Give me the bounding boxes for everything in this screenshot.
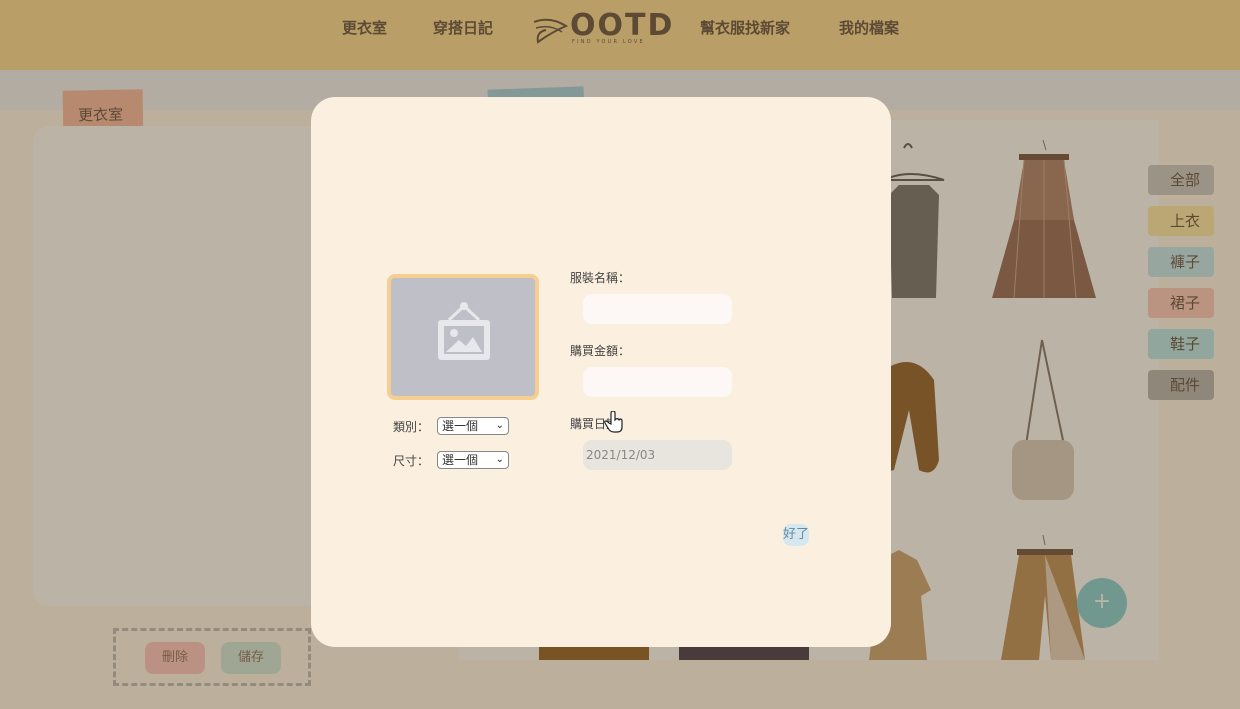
image-placeholder-icon [438,302,490,360]
image-upload-frame[interactable] [387,274,539,400]
price-label: 購買金額： [570,344,631,358]
category-label: 類別： [393,420,430,434]
category-select[interactable]: 選一個 ⌄ [437,417,509,435]
size-select[interactable]: 選一個 ⌄ [437,451,509,469]
chevron-down-icon: ⌄ [495,420,504,431]
image-placeholder[interactable] [391,278,535,396]
chevron-down-icon: ⌄ [495,454,504,465]
ok-button[interactable]: 好了 [783,524,809,546]
add-clothing-modal: 類別： 選一個 ⌄ 尺寸： 選一個 ⌄ 服裝名稱： 購買金額： 購買日期： 20… [311,97,891,647]
category-select-value: 選一個 [442,419,479,433]
name-label: 服裝名稱： [570,271,631,285]
size-label: 尺寸： [393,454,430,468]
date-input[interactable]: 2021/12/03 [583,440,732,470]
name-input[interactable] [583,294,732,324]
hand-cursor-icon [604,411,623,433]
price-input[interactable] [583,367,732,397]
size-select-value: 選一個 [442,453,479,467]
